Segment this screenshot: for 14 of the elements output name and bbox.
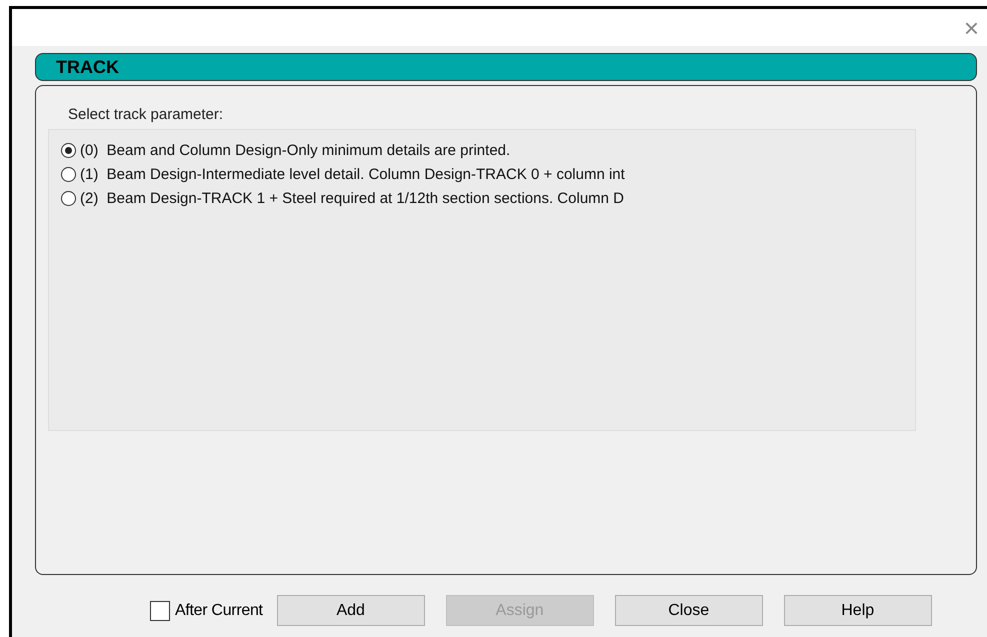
radio-button[interactable] [61,166,76,182]
option-label[interactable]: (2) Beam Design-TRACK 1 + Steel required at 1/12th section sections. Column D [80,190,624,206]
radio-button[interactable] [61,142,76,158]
checkbox-label[interactable]: After Current [175,602,263,620]
option-label[interactable]: (0) Beam and Column Design-Only minimum details are printed. [80,142,510,158]
section-header: TRACK [35,53,977,81]
radio-button[interactable] [61,190,76,206]
prompt-label: Select track parameter: [67,106,224,123]
option-label[interactable]: (1) Beam Design-Intermediate level detail. Column Design-TRACK 0 + column int [80,166,625,182]
dialog-button[interactable]: Help [784,595,932,626]
close-button[interactable]: × [964,14,979,40]
checkbox[interactable] [150,600,170,620]
dialog-button[interactable]: Add [276,595,425,626]
dialog-button[interactable]: Close [614,595,763,626]
